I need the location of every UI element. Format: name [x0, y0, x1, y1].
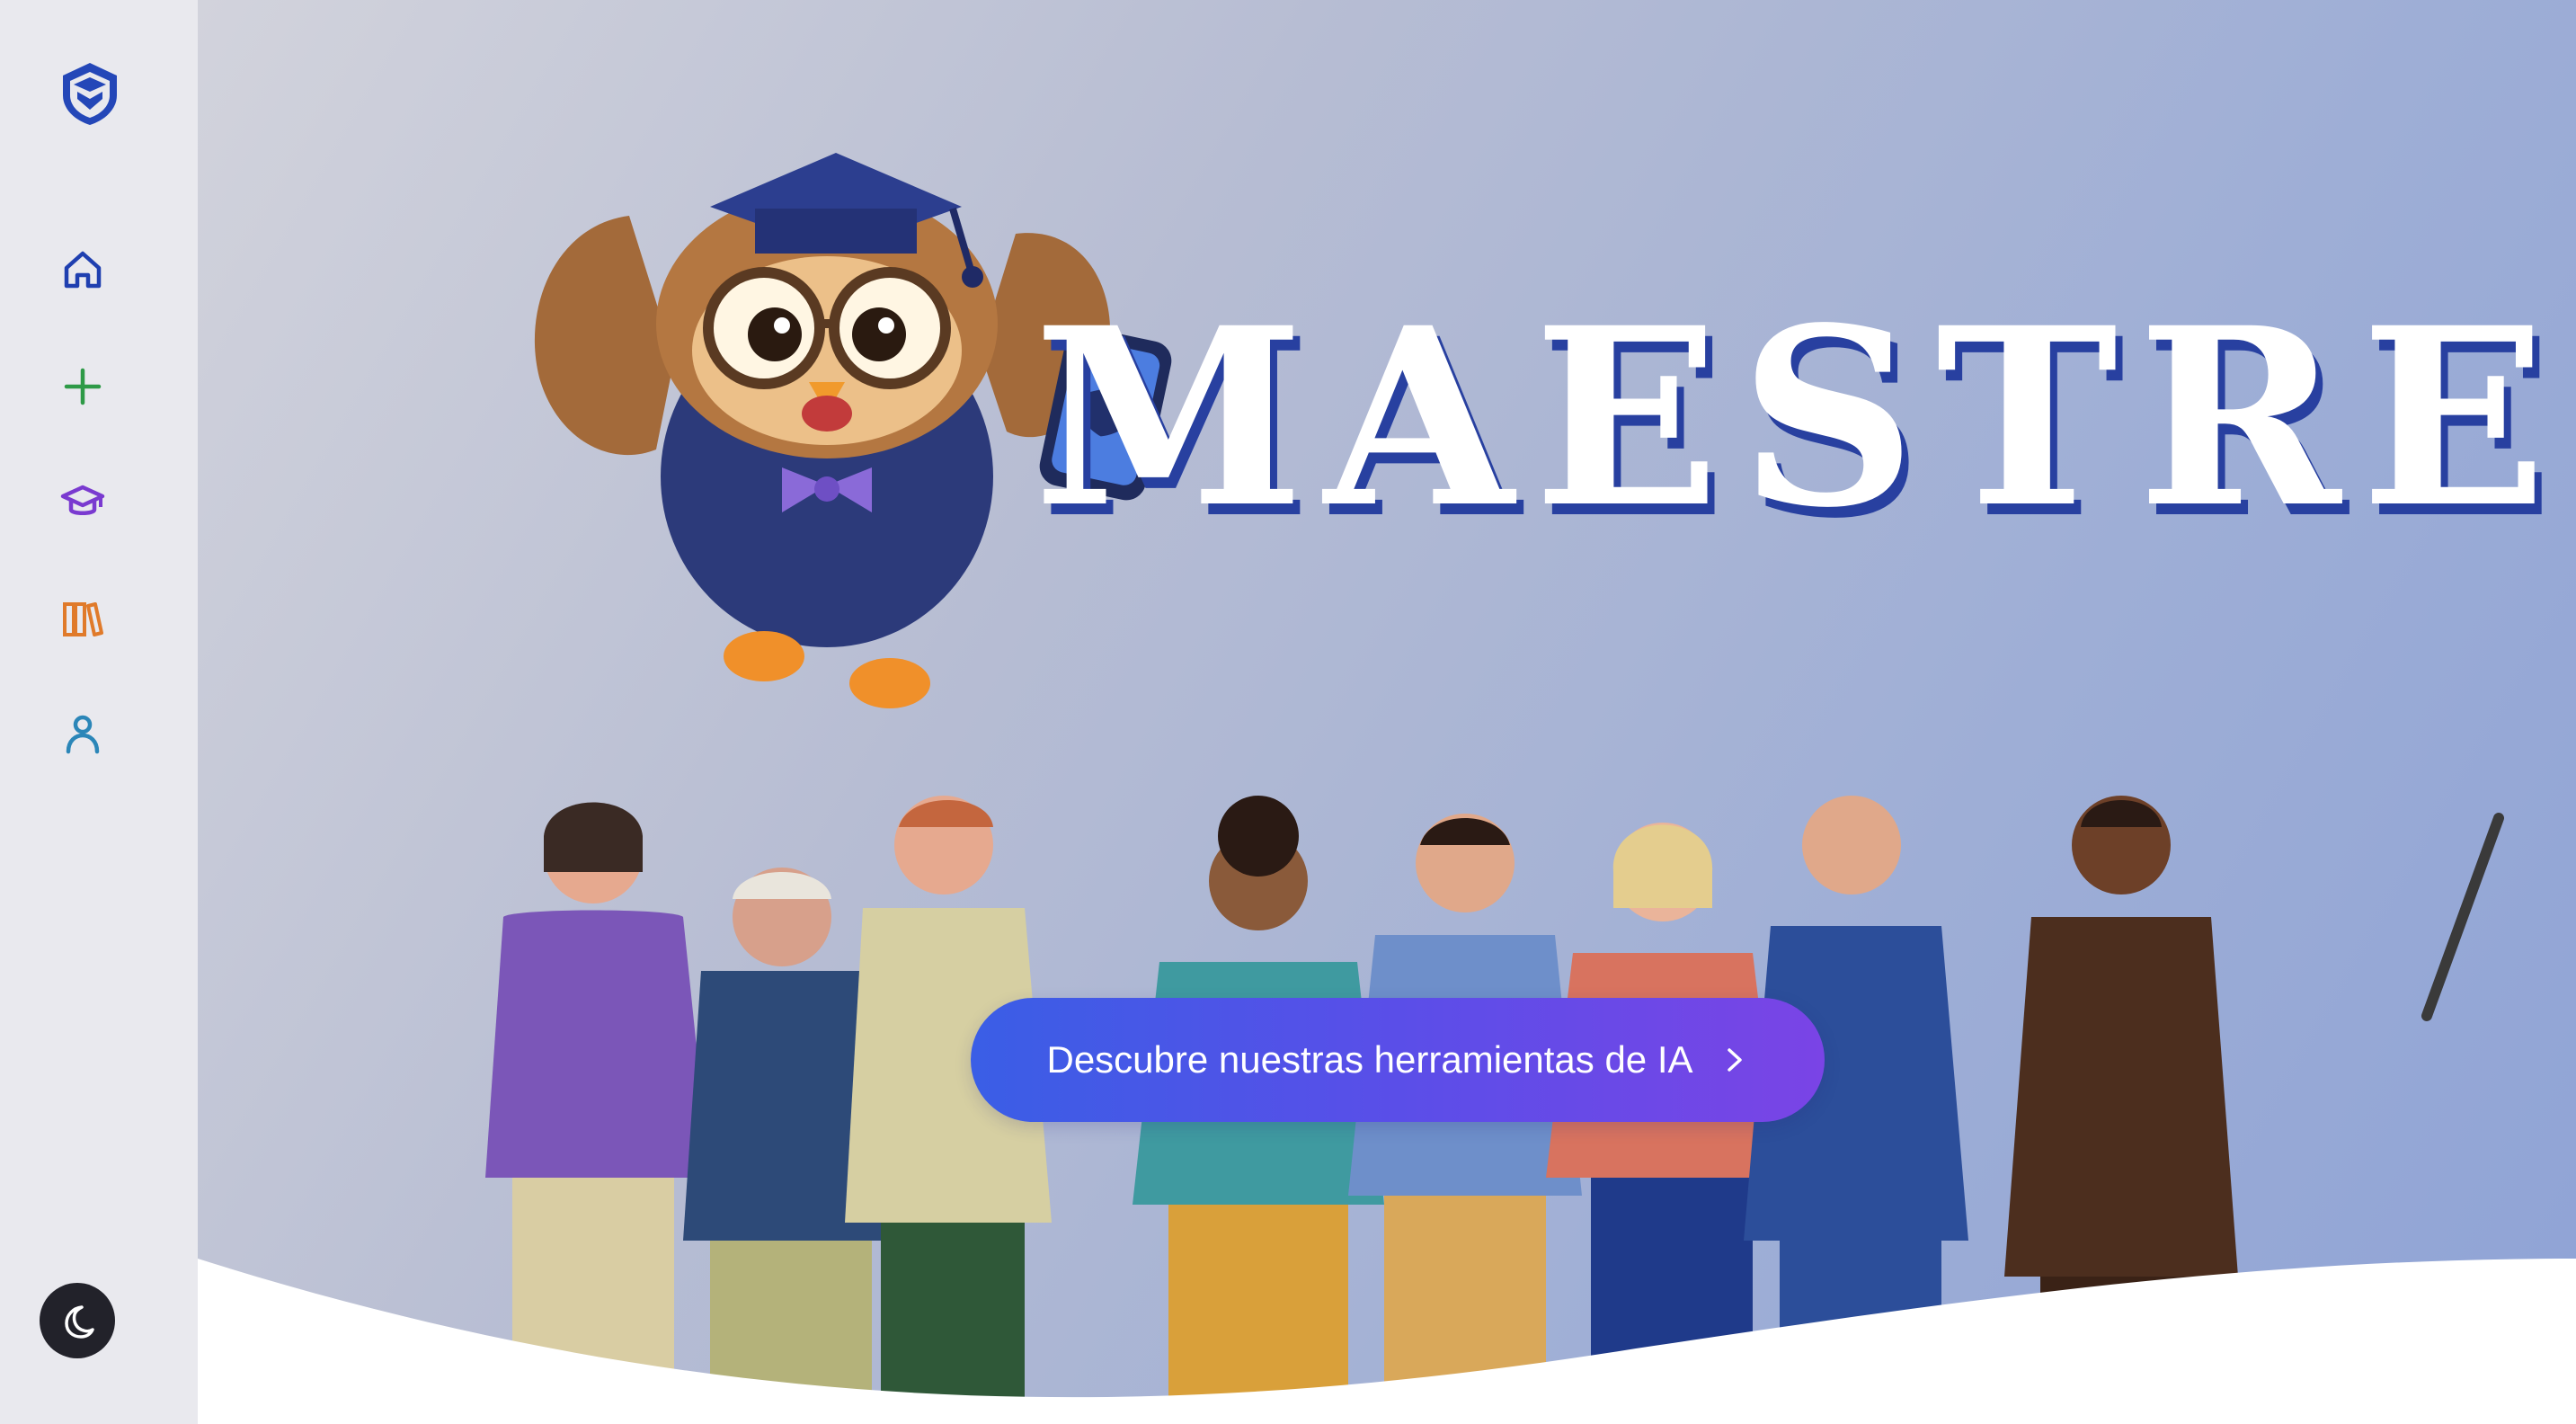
bottom-wave — [198, 1259, 2576, 1424]
moon-icon — [65, 1305, 94, 1339]
user-icon — [66, 715, 100, 754]
brand-title-text: MAESTRE — [1034, 275, 2567, 562]
plus-icon — [64, 368, 102, 405]
books-icon — [63, 602, 103, 636]
sidebar-item-create[interactable] — [50, 354, 115, 419]
page: MAESTRE MAESTRE Descubre nuestras herram… — [0, 0, 2576, 1424]
home-icon — [64, 251, 102, 289]
sidebar-item-home[interactable] — [50, 237, 115, 302]
theme-toggle-button[interactable] — [40, 1283, 115, 1358]
cta-label: Descubre nuestras herramientas de IA — [1046, 1038, 1693, 1081]
discover-ai-tools-button[interactable]: Descubre nuestras herramientas de IA — [971, 998, 1825, 1122]
brand-title: MAESTRE MAESTRE — [1034, 297, 2554, 566]
logo-shield-icon[interactable] — [56, 59, 124, 128]
chevron-right-icon — [1727, 1048, 1742, 1072]
sidebar-item-library[interactable] — [50, 586, 115, 651]
sidebar — [0, 0, 198, 1424]
hero: MAESTRE MAESTRE Descubre nuestras herram… — [198, 0, 2576, 1424]
graduation-cap-icon — [60, 485, 105, 515]
sidebar-item-courses[interactable] — [50, 469, 115, 534]
sidebar-item-profile[interactable] — [50, 701, 115, 766]
